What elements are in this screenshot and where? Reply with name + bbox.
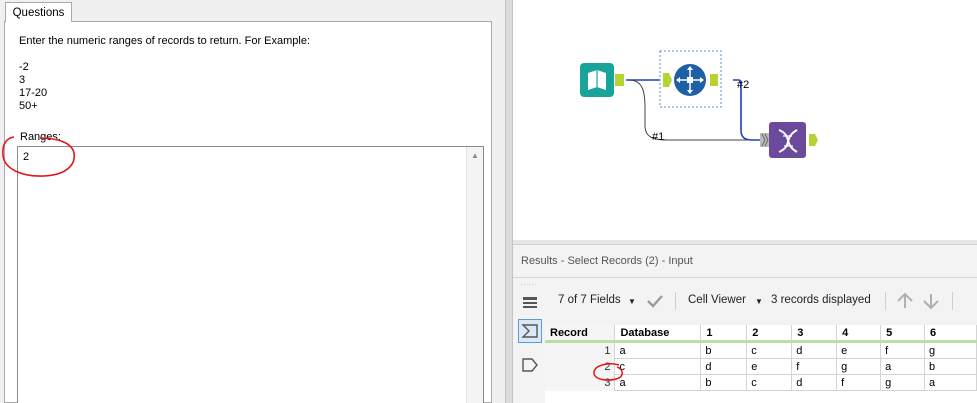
record-number: 3 — [545, 374, 615, 391]
vertical-splitter[interactable] — [505, 0, 513, 403]
example-item: 50+ — [19, 100, 38, 112]
workflow-canvas[interactable]: #2 #1 — [513, 0, 977, 240]
example-item: 3 — [19, 74, 26, 86]
results-table: Record Database 1 2 3 4 5 6 1 a b c d e … — [545, 325, 977, 391]
column-header[interactable]: 5 — [880, 325, 926, 343]
scroll-up-arrow-icon[interactable]: ▲ — [467, 149, 483, 163]
results-window: Results - Select Records (2) - Input ...… — [513, 245, 977, 403]
table-cell[interactable]: a — [924, 374, 977, 391]
table-cell[interactable]: a — [614, 341, 702, 359]
column-header[interactable]: 4 — [836, 325, 882, 343]
instruction-text: Enter the numeric ranges of records to r… — [19, 35, 311, 47]
example-item: 17-20 — [19, 87, 48, 99]
table-view-icon[interactable] — [518, 291, 542, 315]
toolbar-separator — [952, 292, 953, 310]
connection-label-1: #1 — [652, 131, 664, 143]
join-tool-icon — [760, 122, 818, 158]
questions-pane: Questions Enter the numeric ranges of re… — [0, 0, 505, 403]
connection-label-2: #2 — [737, 79, 749, 91]
record-number: 1 — [545, 341, 615, 359]
ranges-value[interactable]: 2 — [23, 151, 29, 163]
table-cell[interactable]: c — [614, 358, 702, 375]
table-cell[interactable]: b — [700, 374, 748, 391]
table-cell[interactable]: f — [880, 341, 926, 359]
table-cell[interactable]: g — [924, 341, 977, 359]
ranges-label: Ranges: — [20, 131, 61, 143]
cell-viewer-dropdown[interactable]: Cell Viewer — [688, 294, 746, 306]
column-header[interactable]: 2 — [746, 325, 793, 343]
table-header-row: Record Database 1 2 3 4 5 6 — [545, 325, 977, 343]
records-count: 3 records displayed — [771, 294, 871, 306]
sum-view-icon[interactable] — [518, 319, 542, 343]
table-cell[interactable]: d — [700, 358, 748, 375]
table-cell[interactable]: b — [924, 358, 977, 375]
table-row[interactable]: 3 a b c d f g a — [545, 374, 977, 391]
fields-dropdown[interactable]: 7 of 7 Fields — [558, 294, 621, 306]
drag-grip-icon[interactable]: ...... — [521, 281, 541, 287]
tag-view-icon[interactable] — [518, 353, 542, 377]
table-cell[interactable]: d — [791, 341, 838, 359]
record-number: 2 — [545, 358, 615, 375]
column-header[interactable]: 6 — [924, 325, 977, 343]
input-data-tool-icon — [580, 63, 624, 97]
arrow-up-icon[interactable] — [896, 292, 914, 310]
column-header[interactable]: Record — [545, 325, 616, 343]
chevron-down-icon[interactable]: ▼ — [755, 297, 763, 306]
column-header[interactable]: 3 — [791, 325, 838, 343]
table-cell[interactable]: c — [746, 341, 793, 359]
table-cell[interactable]: g — [880, 374, 926, 391]
table-cell[interactable]: a — [880, 358, 926, 375]
column-header[interactable]: 1 — [700, 325, 748, 343]
select-records-tool-icon — [659, 50, 722, 108]
column-header[interactable]: Database — [614, 325, 702, 343]
workflow-diagram: #2 #1 — [580, 50, 818, 158]
tab-questions[interactable]: Questions — [5, 2, 72, 22]
table-cell[interactable]: a — [614, 374, 702, 391]
example-item: -2 — [19, 61, 29, 73]
check-icon[interactable] — [646, 293, 664, 309]
toolbar-separator — [885, 292, 886, 310]
table-cell[interactable]: f — [836, 374, 882, 391]
ranges-scrollbar[interactable]: ▲ — [466, 147, 483, 403]
table-cell[interactable]: e — [746, 358, 793, 375]
divider — [513, 277, 977, 278]
table-row[interactable]: 1 a b c d e f g — [545, 341, 977, 359]
table-cell[interactable]: g — [836, 358, 882, 375]
ranges-input[interactable]: 2 ▲ — [17, 146, 484, 403]
toolbar-separator — [675, 292, 676, 310]
results-grid: Record Database 1 2 3 4 5 6 1 a b c d e … — [545, 325, 977, 403]
table-cell[interactable]: b — [700, 341, 748, 359]
table-row[interactable]: 2 c d e f g a b — [545, 358, 977, 375]
arrow-down-icon[interactable] — [922, 292, 940, 310]
table-cell[interactable]: d — [791, 374, 838, 391]
chevron-down-icon[interactable]: ▼ — [628, 297, 636, 306]
table-cell[interactable]: c — [746, 374, 793, 391]
table-cell[interactable]: e — [836, 341, 882, 359]
table-cell[interactable]: f — [791, 358, 838, 375]
results-toolbar: 7 of 7 Fields ▼ Cell Viewer ▼ 3 records … — [549, 289, 977, 313]
results-title: Results - Select Records (2) - Input — [521, 255, 693, 267]
example-list: -2 3 17-20 50+ — [19, 61, 47, 113]
